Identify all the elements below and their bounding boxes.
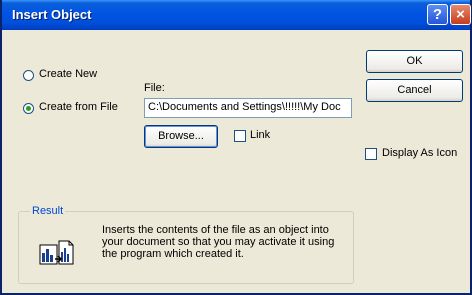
- file-label: File:: [144, 82, 165, 94]
- create-from-file-label[interactable]: Create from File: [39, 101, 118, 113]
- create-from-file-radio[interactable]: [23, 103, 34, 114]
- link-label[interactable]: Link: [250, 129, 270, 141]
- ok-button[interactable]: OK: [366, 50, 463, 73]
- result-legend: Result: [30, 205, 66, 217]
- insert-object-dialog: Insert Object ? × Create New Create from…: [0, 0, 472, 295]
- close-button[interactable]: ×: [450, 4, 471, 25]
- result-line: your document so that you may activate i…: [102, 236, 335, 248]
- dialog-title: Insert Object: [12, 7, 92, 22]
- browse-button[interactable]: Browse...: [144, 125, 218, 148]
- result-description: Inserts the contents of the file as an o…: [102, 224, 347, 260]
- create-new-radio[interactable]: [23, 70, 34, 81]
- help-icon: ?: [432, 6, 443, 23]
- title-bar[interactable]: Insert Object ? ×: [2, 0, 471, 30]
- insert-object-result-icon: [39, 240, 74, 265]
- create-new-label[interactable]: Create New: [39, 68, 97, 80]
- help-button[interactable]: ?: [427, 4, 448, 25]
- display-as-icon-label[interactable]: Display As Icon: [382, 147, 457, 159]
- file-path-input[interactable]: C:\Documents and Settings\!!!!!\My Doc: [144, 98, 352, 118]
- radio-selected-dot: [26, 106, 31, 111]
- close-icon: ×: [456, 6, 465, 23]
- display-as-icon-checkbox[interactable]: [365, 148, 377, 160]
- link-checkbox[interactable]: [234, 130, 246, 142]
- cancel-button[interactable]: Cancel: [366, 79, 463, 102]
- result-line: Inserts the contents of the file as an o…: [102, 224, 329, 236]
- result-line: the program which created it.: [102, 248, 244, 260]
